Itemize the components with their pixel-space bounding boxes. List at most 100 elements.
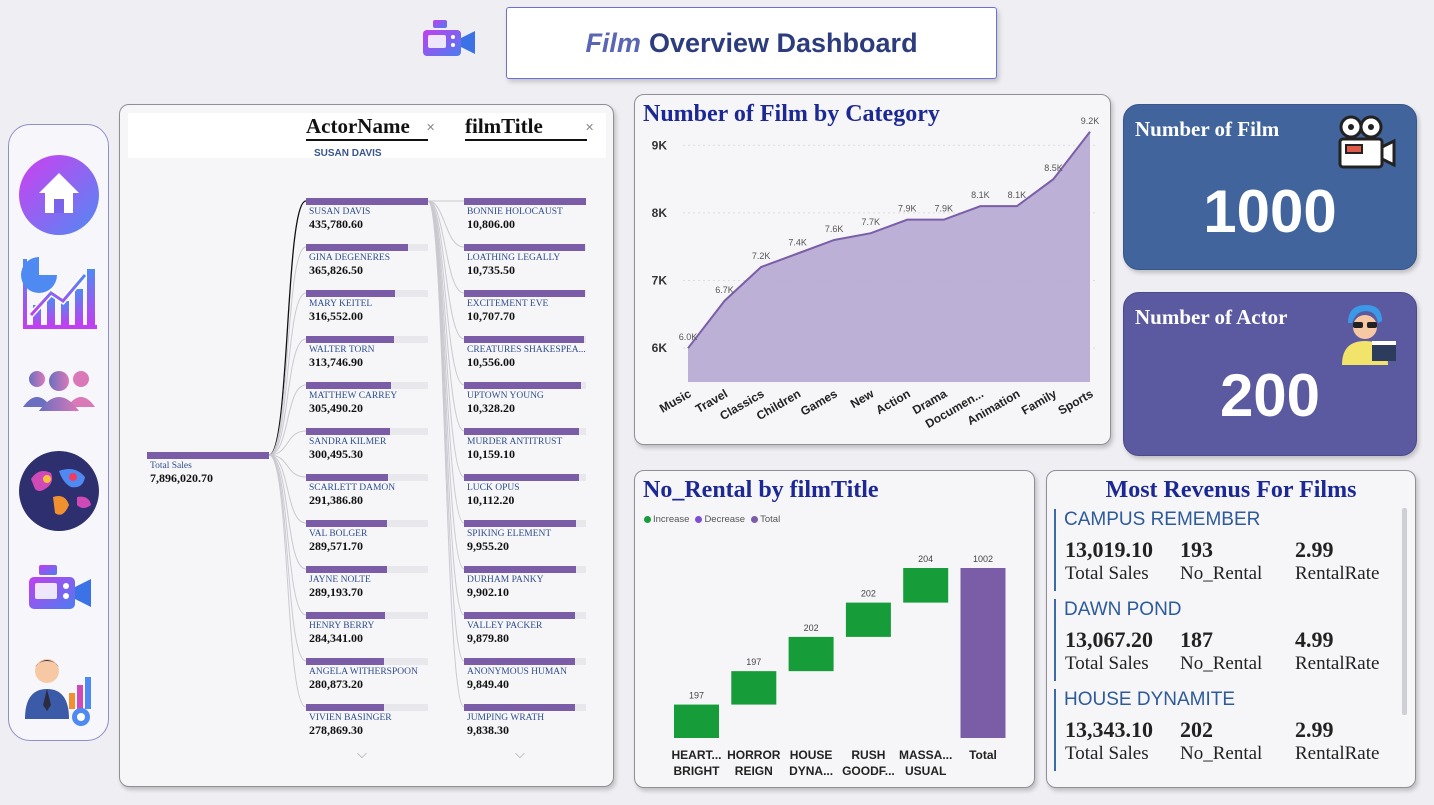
rental-rate-label: RentalRate (1295, 743, 1380, 764)
actor-name: SCARLETT DAMON (309, 483, 396, 493)
film-node[interactable]: LUCK OPUS 10,112.20 (464, 474, 586, 508)
actor-name: VAL BOLGER (309, 529, 368, 539)
actor-value: 284,341.00 (309, 631, 363, 645)
rental-count-label: No_Rental (1180, 563, 1263, 584)
chevron-down-icon[interactable]: ⌵ (515, 746, 525, 762)
rental-rate-value: 2.99 (1295, 537, 1334, 562)
actor-node[interactable]: ANGELA WITHERSPOON 280,873.20 (306, 658, 428, 692)
actor-node[interactable]: SCARLETT DAMON 291,386.80 (306, 474, 428, 508)
film-count-card: Number of Film 1000 (1123, 104, 1417, 270)
people-icon[interactable] (17, 349, 101, 433)
world-map-icon[interactable] (17, 449, 101, 533)
y-tick-label: 8K (652, 206, 668, 220)
actor-value: 289,193.70 (309, 585, 363, 599)
category-label: HEART... (671, 748, 721, 762)
increase-bar[interactable] (903, 568, 949, 603)
scrollbar[interactable] (1402, 508, 1407, 715)
actor-node[interactable]: VIVIEN BASINGER 278,869.30 (306, 704, 428, 738)
data-label: 1002 (973, 554, 993, 564)
actor-icon (1342, 305, 1396, 365)
data-label: 204 (918, 554, 933, 564)
film-column-header[interactable]: filmTitle (465, 114, 587, 141)
rental-rate-label: RentalRate (1295, 563, 1380, 584)
chevron-down-icon[interactable]: ⌵ (357, 746, 367, 762)
film-node[interactable]: DURHAM PANKY 9,902.10 (464, 566, 586, 600)
actor-node[interactable]: WALTER TORN 313,746.90 (306, 336, 428, 370)
actor-node[interactable]: MARY KEITEL 316,552.00 (306, 290, 428, 324)
y-tick-label: 9K (652, 138, 668, 152)
actor-name: SUSAN DAVIS (309, 207, 371, 217)
actor-column-header[interactable]: ActorName (306, 114, 428, 141)
rental-rate-value: 2.99 (1295, 717, 1334, 742)
total-sales-label: Total Sales (1065, 563, 1149, 584)
movie-camera-icon (1338, 115, 1396, 169)
area-fill (688, 131, 1090, 382)
actor-value: 300,495.30 (309, 447, 363, 461)
close-icon[interactable]: ✕ (585, 121, 594, 134)
film-node[interactable]: ANONYMOUS HUMAN 9,849.40 (464, 658, 586, 692)
actor-name: MATTHEW CARREY (309, 391, 398, 401)
actor-node[interactable]: HENRY BERRY 284,341.00 (306, 612, 428, 646)
film-value: 10,112.20 (467, 493, 515, 507)
category-label: HORROR (727, 748, 781, 762)
actor-node[interactable]: GINA DEGENERES 365,826.50 (306, 244, 428, 278)
data-label: 7.9K (898, 204, 917, 214)
actor-name: VIVIEN BASINGER (309, 713, 392, 723)
total-sales-value: 13,343.10 (1065, 717, 1153, 742)
actor-node[interactable]: JAYNE NOLTE 289,193.70 (306, 566, 428, 600)
film-name: LOATHING LEGALLY (467, 253, 561, 263)
rental-count-value: 193 (1180, 537, 1213, 562)
film-node[interactable]: MURDER ANTITRUST 10,159.10 (464, 428, 586, 462)
tree-header: ActorName ✕ filmTitle ✕ SUSAN DAVIS (128, 113, 606, 159)
actor-node[interactable]: VAL BOLGER 289,571.70 (306, 520, 428, 554)
rental-rate-value: 4.99 (1295, 627, 1334, 652)
tree-root-node[interactable]: Total Sales 7,896,020.70 (147, 452, 269, 486)
actor-node[interactable]: SUSAN DAVIS 435,780.60 (306, 198, 428, 232)
film-node[interactable]: CREATURES SHAKESPEA... 10,556.00 (464, 336, 586, 370)
revenue-title: Most Revenus For Films (1105, 477, 1357, 503)
film-node[interactable]: JUMPING WRATH 9,838.30 (464, 704, 586, 738)
actor-value: 316,552.00 (309, 309, 363, 323)
rental-count-value: 202 (1180, 717, 1213, 742)
film-camera-icon[interactable] (17, 549, 101, 633)
data-label: 8.1K (1008, 190, 1027, 200)
increase-bar[interactable] (845, 602, 891, 637)
revenue-card[interactable]: DAWN POND 13,067.20 187 4.99 Total Sales… (1054, 599, 1394, 681)
actor-name: MARY KEITEL (309, 299, 373, 309)
film-node[interactable]: VALLEY PACKER 9,879.80 (464, 612, 586, 646)
data-label: 9.2K (1081, 116, 1100, 126)
category-label: USUAL (905, 764, 946, 778)
category-label: HOUSE (790, 748, 833, 762)
film-node[interactable]: LOATHING LEGALLY 10,735.50 (464, 244, 586, 278)
home-icon[interactable] (17, 153, 101, 237)
film-node[interactable]: SPIKING ELEMENT 9,955.20 (464, 520, 586, 554)
film-value: 10,556.00 (467, 355, 515, 369)
data-label: 202 (804, 623, 819, 633)
revenue-card[interactable]: HOUSE DYNAMITE 13,343.10 202 2.99 Total … (1054, 689, 1394, 771)
data-label: 6.0K (679, 332, 698, 342)
increase-bar[interactable] (731, 671, 777, 705)
film-node[interactable]: BONNIE HOLOCAUST 10,806.00 (464, 198, 586, 232)
data-label: 7.7K (861, 217, 880, 227)
total-bar[interactable] (960, 568, 1006, 738)
film-node[interactable]: EXCITEMENT EVE 10,707.70 (464, 290, 586, 324)
kpi-label: Number of Actor (1135, 305, 1288, 329)
actor-node[interactable]: SANDRA KILMER 300,495.30 (306, 428, 428, 462)
increase-bar[interactable] (788, 636, 834, 672)
film-node[interactable]: UPTOWN YOUNG 10,328.20 (464, 382, 586, 416)
film-name: MURDER ANTITRUST (467, 437, 563, 447)
side-nav (8, 124, 109, 741)
close-icon[interactable]: ✕ (426, 121, 435, 134)
film-camera-icon (423, 20, 475, 56)
film-name: ANONYMOUS HUMAN (467, 667, 568, 677)
root-value: 7,896,020.70 (150, 471, 213, 485)
actor-name: HENRY BERRY (309, 621, 375, 631)
revenue-card[interactable]: CAMPUS REMEMBER 13,019.10 193 2.99 Total… (1054, 509, 1394, 591)
actor-node[interactable]: MATTHEW CARREY 305,490.20 (306, 382, 428, 416)
increase-bar[interactable] (674, 704, 719, 738)
film-value: 10,735.50 (467, 263, 515, 277)
manager-report-icon[interactable] (17, 649, 101, 733)
analytics-chart-icon[interactable] (17, 253, 101, 337)
actor-name: ANGELA WITHERSPOON (309, 667, 418, 677)
category-label: Action (873, 386, 912, 417)
